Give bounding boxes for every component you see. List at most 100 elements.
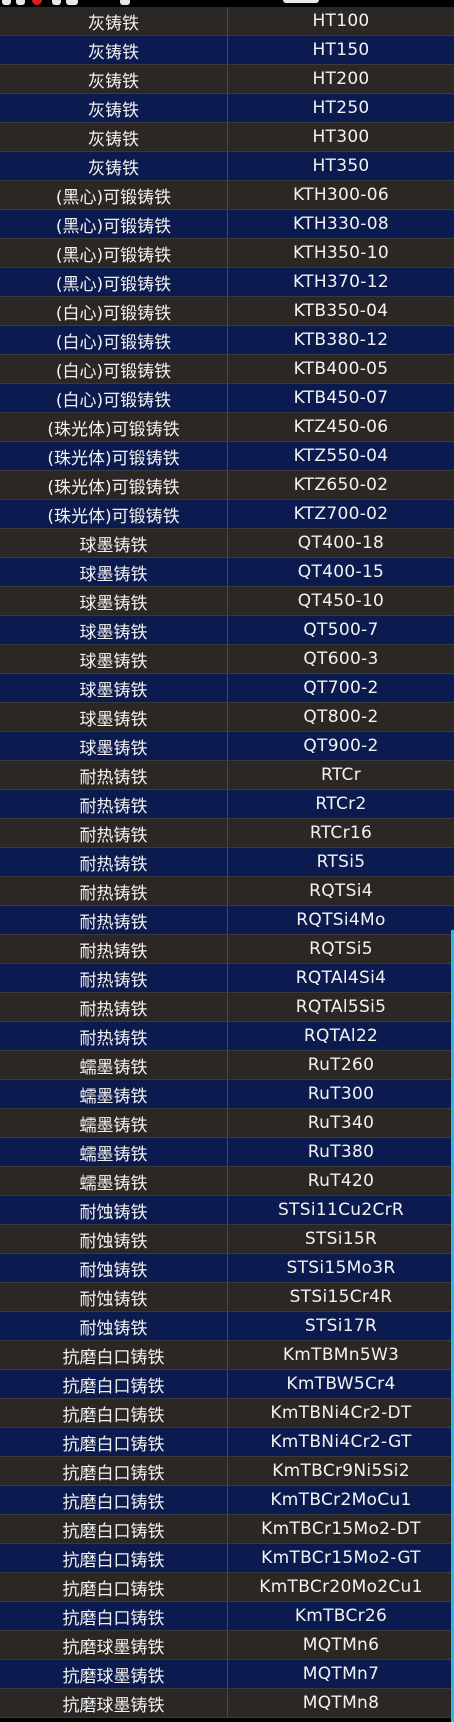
grade-cell: HT300 (312, 127, 370, 147)
table-row[interactable]: 抗磨球墨铸铁 MQTMn7 (0, 1660, 454, 1689)
table-row[interactable]: 抗磨白口铸铁 KmTBNi4Cr2-GT (0, 1428, 454, 1457)
table-row[interactable]: 抗磨白口铸铁 KmTBCr2MoCu1 (0, 1486, 454, 1515)
grade-cell: KmTBW5Cr4 (286, 1374, 396, 1394)
material-name-cell: 球墨铸铁 (0, 732, 228, 760)
table-row[interactable]: (黑心)可锻铸铁 KTH330-08 (0, 210, 454, 239)
table-row[interactable]: 球墨铸铁 QT700-2 (0, 674, 454, 703)
table-row[interactable]: (珠光体)可锻铸铁 KTZ650-02 (0, 471, 454, 500)
table-row[interactable]: 耐热铸铁 RQTSi5 (0, 935, 454, 964)
table-row[interactable]: 球墨铸铁 QT800-2 (0, 703, 454, 732)
table-row[interactable]: (白心)可锻铸铁 KTB400-05 (0, 355, 454, 384)
table-row[interactable]: 球墨铸铁 QT400-15 (0, 558, 454, 587)
table-row[interactable]: 耐热铸铁 RQTAl22 (0, 1022, 454, 1051)
material-name-cell: 耐热铸铁 (0, 848, 228, 876)
grade-cell: KmTBCr2MoCu1 (270, 1490, 412, 1510)
table-row[interactable]: 耐蚀铸铁 STSi17R (0, 1312, 454, 1341)
material-name-cell: 耐热铸铁 (0, 1022, 228, 1050)
material-name-cell: 蠕墨铸铁 (0, 1138, 228, 1166)
material-name-cell: 耐蚀铸铁 (0, 1225, 228, 1253)
status-bar (0, 0, 454, 7)
grade-cell: STSi17R (304, 1316, 378, 1336)
table-row[interactable]: (珠光体)可锻铸铁 KTZ550-04 (0, 442, 454, 471)
table-row[interactable]: 蠕墨铸铁 RuT260 (0, 1051, 454, 1080)
table-row[interactable]: 耐热铸铁 RTSi5 (0, 848, 454, 877)
table-row[interactable]: 抗磨白口铸铁 KmTBMn5W3 (0, 1341, 454, 1370)
grade-cell: HT350 (312, 156, 370, 176)
material-name-cell: 灰铸铁 (0, 36, 228, 64)
table-row[interactable]: 耐热铸铁 RQTSi4 (0, 877, 454, 906)
table-row[interactable]: (白心)可锻铸铁 KTB380-12 (0, 326, 454, 355)
table-row[interactable]: 耐蚀铸铁 STSi15Cr4R (0, 1283, 454, 1312)
grade-cell: KTB350-04 (293, 301, 389, 321)
table-row[interactable]: 球墨铸铁 QT500-7 (0, 616, 454, 645)
material-name-cell: 耐热铸铁 (0, 906, 228, 934)
table-row[interactable]: 蠕墨铸铁 RuT340 (0, 1109, 454, 1138)
material-name-cell: 抗磨球墨铸铁 (0, 1631, 228, 1659)
grade-cell: KTB380-12 (293, 330, 389, 350)
table-row[interactable]: 耐蚀铸铁 STSi15Mo3R (0, 1254, 454, 1283)
grade-cell: HT100 (312, 11, 370, 31)
table-row[interactable]: 灰铸铁 HT300 (0, 123, 454, 152)
grade-cell: STSi15Mo3R (286, 1258, 396, 1278)
table-row[interactable]: 耐蚀铸铁 STSi11Cu2CrR (0, 1196, 454, 1225)
grade-cell: QT400-15 (297, 562, 385, 582)
table-row[interactable]: 耐蚀铸铁 STSi15R (0, 1225, 454, 1254)
material-name-cell: 抗磨白口铸铁 (0, 1573, 228, 1601)
grade-cell: HT200 (312, 69, 370, 89)
table-row[interactable]: 耐热铸铁 RQTAl5Si5 (0, 993, 454, 1022)
table-row[interactable]: 耐热铸铁 RQTAl4Si4 (0, 964, 454, 993)
table-row[interactable]: 抗磨白口铸铁 KmTBCr20Mo2Cu1 (0, 1573, 454, 1602)
table-row[interactable]: (白心)可锻铸铁 KTB450-07 (0, 384, 454, 413)
table-row[interactable]: 抗磨白口铸铁 KmTBCr15Mo2-GT (0, 1544, 454, 1573)
table-row[interactable]: 灰铸铁 HT200 (0, 65, 454, 94)
grade-cell: RQTSi5 (309, 939, 373, 959)
table-row[interactable]: 蠕墨铸铁 RuT300 (0, 1080, 454, 1109)
material-name-cell: 抗磨白口铸铁 (0, 1370, 228, 1398)
material-name-cell: (珠光体)可锻铸铁 (0, 500, 228, 528)
table-row[interactable]: 抗磨白口铸铁 KmTBW5Cr4 (0, 1370, 454, 1399)
table-row[interactable]: 抗磨白口铸铁 KmTBNi4Cr2-DT (0, 1399, 454, 1428)
grade-cell: RQTSi4Mo (296, 910, 386, 930)
material-name-cell: 抗磨白口铸铁 (0, 1399, 228, 1427)
table-row[interactable]: 抗磨球墨铸铁 MQTMn6 (0, 1631, 454, 1660)
cast-iron-grade-table: 灰铸铁 HT100 灰铸铁 HT150 灰铸铁 HT200 灰铸铁 HT250 灰铸铁 HT300… (0, 7, 454, 1718)
table-row[interactable]: 耐热铸铁 RTCr2 (0, 790, 454, 819)
grade-cell: KTZ450-06 (293, 417, 389, 437)
material-name-cell: 抗磨白口铸铁 (0, 1544, 228, 1572)
table-row[interactable]: 灰铸铁 HT100 (0, 7, 454, 36)
table-row[interactable]: 抗磨白口铸铁 KmTBCr26 (0, 1602, 454, 1631)
material-name-cell: (白心)可锻铸铁 (0, 326, 228, 354)
table-row[interactable]: (黑心)可锻铸铁 KTH300-06 (0, 181, 454, 210)
table-row[interactable]: (白心)可锻铸铁 KTB350-04 (0, 297, 454, 326)
table-row[interactable]: 耐热铸铁 RTCr16 (0, 819, 454, 848)
table-row[interactable]: 蠕墨铸铁 RuT380 (0, 1138, 454, 1167)
table-row[interactable]: 蠕墨铸铁 RuT420 (0, 1167, 454, 1196)
table-row[interactable]: 耐热铸铁 RTCr (0, 761, 454, 790)
table-row[interactable]: (黑心)可锻铸铁 KTH350-10 (0, 239, 454, 268)
grade-cell: QT500-7 (303, 620, 379, 640)
table-row[interactable]: 球墨铸铁 QT900-2 (0, 732, 454, 761)
grade-cell: QT700-2 (303, 678, 379, 698)
material-name-cell: 抗磨白口铸铁 (0, 1602, 228, 1630)
table-row[interactable]: 球墨铸铁 QT600-3 (0, 645, 454, 674)
table-row[interactable]: 灰铸铁 HT350 (0, 152, 454, 181)
table-row[interactable]: 球墨铸铁 QT400-18 (0, 529, 454, 558)
material-name-cell: 抗磨白口铸铁 (0, 1486, 228, 1514)
table-row[interactable]: (珠光体)可锻铸铁 KTZ700-02 (0, 500, 454, 529)
table-row[interactable]: 抗磨白口铸铁 KmTBCr15Mo2-DT (0, 1515, 454, 1544)
material-name-cell: 耐热铸铁 (0, 761, 228, 789)
table-row[interactable]: (黑心)可锻铸铁 KTH370-12 (0, 268, 454, 297)
grade-cell: RTCr2 (315, 794, 367, 814)
grade-cell: KTZ700-02 (293, 504, 389, 524)
table-row[interactable]: 耐热铸铁 RQTSi4Mo (0, 906, 454, 935)
table-row[interactable]: 灰铸铁 HT150 (0, 36, 454, 65)
grade-cell: HT250 (312, 98, 370, 118)
table-row[interactable]: 球墨铸铁 QT450-10 (0, 587, 454, 616)
grade-cell: RTCr16 (309, 823, 373, 843)
table-row[interactable]: 灰铸铁 HT250 (0, 94, 454, 123)
status-icon (66, 0, 78, 5)
table-row[interactable]: 抗磨白口铸铁 KmTBCr9Ni5Si2 (0, 1457, 454, 1486)
grade-cell: KTH370-12 (293, 272, 389, 292)
table-row[interactable]: 抗磨球墨铸铁 MQTMn8 (0, 1689, 454, 1718)
table-row[interactable]: (珠光体)可锻铸铁 KTZ450-06 (0, 413, 454, 442)
